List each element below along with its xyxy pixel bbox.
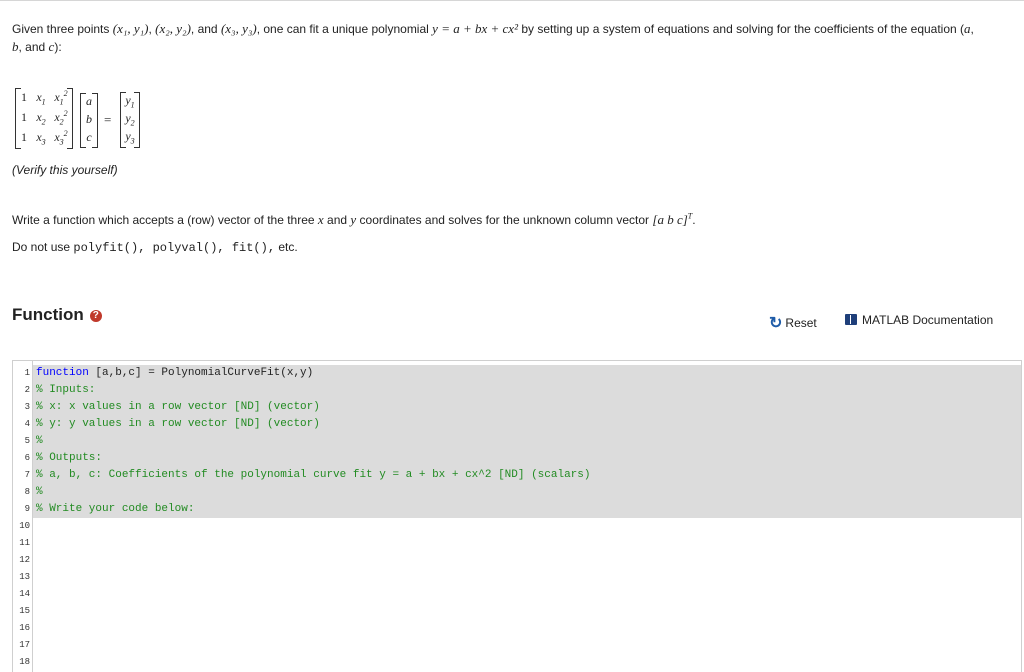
line-number: 6 <box>13 450 30 467</box>
line-number: 9 <box>13 501 30 518</box>
code-line[interactable]: 13 <box>13 569 1021 586</box>
unknown-vector: a b c <box>80 93 98 148</box>
comment-token: % a, b, c: Coefficients of the polynomia… <box>36 469 591 481</box>
comment-token: % Outputs: <box>36 452 102 464</box>
comment-token: % y: y values in a row vector [ND] (vect… <box>36 418 320 430</box>
code-line[interactable]: 18 <box>13 654 1021 671</box>
line-number: 8 <box>13 484 30 501</box>
code-text[interactable]: % Outputs: <box>33 450 1021 467</box>
code-line[interactable]: 10 <box>13 518 1021 535</box>
code-text[interactable]: % Write your code below: <box>33 501 1021 518</box>
reset-icon: ↻ <box>769 315 782 332</box>
code-line[interactable]: 15 <box>13 603 1021 620</box>
code-line[interactable]: 14 <box>13 586 1021 603</box>
top-divider <box>0 0 1024 1</box>
line-number: 5 <box>13 433 30 450</box>
coefficient-vector: [a b c]T <box>652 212 692 227</box>
line-number: 13 <box>13 569 30 586</box>
reset-button[interactable]: ↻Reset <box>769 313 817 333</box>
code-line[interactable]: 2 % Inputs: <box>13 382 1021 399</box>
code-text[interactable] <box>33 552 1021 569</box>
code-line[interactable]: 7 % a, b, c: Coefficients of the polynomi… <box>13 467 1021 484</box>
matlab-documentation-link[interactable]: MATLAB Documentation <box>845 313 993 327</box>
keyword-token: function <box>36 367 89 379</box>
point-3: (x₃, y₃) <box>221 21 257 36</box>
code-line[interactable]: 4 % y: y values in a row vector [ND] (vec… <box>13 416 1021 433</box>
line-number: 11 <box>13 535 30 552</box>
help-icon[interactable]: ? <box>90 310 102 322</box>
comment-token: % <box>36 435 43 447</box>
code-text[interactable] <box>33 620 1021 637</box>
code-text[interactable] <box>33 637 1021 654</box>
line-number: 15 <box>13 603 30 620</box>
code-text[interactable]: % <box>33 484 1021 501</box>
line-number: 12 <box>13 552 30 569</box>
book-icon <box>845 314 857 325</box>
code-text[interactable]: % Inputs: <box>33 382 1021 399</box>
code-text[interactable] <box>33 586 1021 603</box>
point-2: (x₂, y₂) <box>155 21 191 36</box>
restriction-note: Do not use polyfit(), polyval(), fit(), … <box>12 238 298 257</box>
problem-intro: Given three points (x₁, y₁), (x₂, y₂), a… <box>12 20 1007 56</box>
comment-token: % Write your code below: <box>36 503 194 515</box>
comment-token: % Inputs: <box>36 384 95 396</box>
line-number: 7 <box>13 467 30 484</box>
code-text[interactable] <box>33 603 1021 620</box>
code-text[interactable] <box>33 654 1021 671</box>
function-heading: Function? <box>12 305 102 325</box>
task-description: Write a function which accepts a (row) v… <box>12 211 1012 229</box>
code-line[interactable]: 16 <box>13 620 1021 637</box>
code-text[interactable]: function [a,b,c] = PolynomialCurveFit(x,… <box>33 365 1021 382</box>
line-number: 3 <box>13 399 30 416</box>
code-line[interactable]: 17 <box>13 637 1021 654</box>
signature-token: [a,b,c] = PolynomialCurveFit(x,y) <box>89 367 313 379</box>
line-number: 18 <box>13 654 30 671</box>
line-number: 14 <box>13 586 30 603</box>
point-1: (x₁, y₁) <box>113 21 149 36</box>
code-editor[interactable]: 1function [a,b,c] = PolynomialCurveFit(x… <box>12 360 1022 672</box>
comment-token: % <box>36 486 43 498</box>
code-line[interactable]: 8% <box>13 484 1021 501</box>
coefficient-matrix: 1x1x12 1x2x22 1x3x32 <box>15 88 73 149</box>
code-text[interactable] <box>33 569 1021 586</box>
line-number: 10 <box>13 518 30 535</box>
y-vector: y1 y2 y3 <box>120 92 140 148</box>
code-line[interactable]: 11 <box>13 535 1021 552</box>
code-line[interactable]: 9 % Write your code below: <box>13 501 1021 518</box>
code-text[interactable]: % a, b, c: Coefficients of the polynomia… <box>33 467 1021 484</box>
code-text[interactable] <box>33 518 1021 535</box>
comment-token: % x: x values in a row vector [ND] (vect… <box>36 401 320 413</box>
code-line[interactable]: 5% <box>13 433 1021 450</box>
code-text[interactable]: % y: y values in a row vector [ND] (vect… <box>33 416 1021 433</box>
line-number: 1 <box>13 365 30 382</box>
code-text[interactable] <box>33 535 1021 552</box>
code-text[interactable]: % x: x values in a row vector [ND] (vect… <box>33 399 1021 416</box>
code-text[interactable]: % <box>33 433 1021 450</box>
line-number: 16 <box>13 620 30 637</box>
line-number: 2 <box>13 382 30 399</box>
code-line[interactable]: 6 % Outputs: <box>13 450 1021 467</box>
verify-note: (Verify this yourself) <box>12 161 118 179</box>
code-line[interactable]: 12 <box>13 552 1021 569</box>
line-number: 4 <box>13 416 30 433</box>
equals-sign: = <box>104 112 111 128</box>
code-line[interactable]: 1function [a,b,c] = PolynomialCurveFit(x… <box>13 365 1021 382</box>
polynomial-equation: y = a + bx + cx² <box>432 21 518 36</box>
code-line[interactable]: 3 % x: x values in a row vector [ND] (vec… <box>13 399 1021 416</box>
line-number: 17 <box>13 637 30 654</box>
